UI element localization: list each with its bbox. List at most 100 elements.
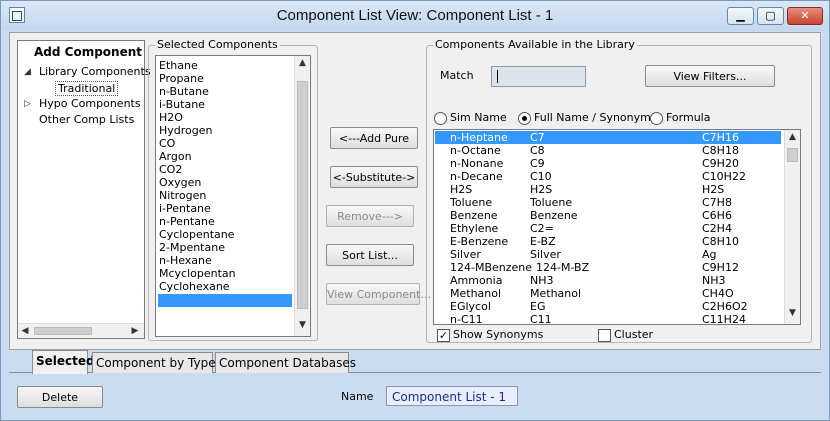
scroll-thumb[interactable] [297, 81, 308, 309]
table-row[interactable]: E-Benzene E-BZ C8H10 [435, 235, 781, 248]
scroll-thumb[interactable] [34, 327, 92, 335]
list-item[interactable]: Cyclopentane [159, 228, 235, 241]
radio-formula[interactable] [650, 112, 663, 125]
list-item[interactable]: Hydrogen [159, 124, 213, 137]
cluster-label[interactable]: Cluster [614, 328, 653, 341]
cell-formula: C7H16 [702, 131, 739, 144]
view-component-button[interactable]: View Component... [326, 283, 431, 305]
scroll-down-icon[interactable]: ▼ [785, 308, 800, 318]
table-row[interactable]: H2S H2S H2S [435, 183, 781, 196]
list-item[interactable]: i-Pentane [159, 202, 211, 215]
list-item[interactable]: 2-Mpentane [159, 241, 225, 254]
list-item[interactable]: Mcyclopentan [159, 267, 236, 280]
show-synonyms-checkbox[interactable]: ✓ [437, 329, 450, 342]
table-row[interactable]: Ethylene C2= C2H4 [435, 222, 781, 235]
client-area: Add Component ◢ Library Components Tradi… [9, 32, 821, 350]
list-item[interactable]: i-Butane [159, 98, 205, 111]
cell-sim-name: C10 [530, 170, 552, 183]
list-item[interactable]: n-Butane [159, 85, 209, 98]
cell-sim-name: EG [530, 300, 546, 313]
table-row[interactable]: EGlycol EG C2H6O2 [435, 300, 781, 313]
substitute-button[interactable]: <-Substitute-> [330, 166, 418, 188]
list-item[interactable]: CO2 [159, 163, 182, 176]
match-input[interactable] [491, 66, 586, 87]
remove-button[interactable]: Remove---> [326, 205, 414, 227]
list-item[interactable]: CO [159, 137, 175, 150]
list-item[interactable]: n-Hexane [159, 254, 212, 267]
selected-components-list[interactable]: Ethane Propane n-Butane i-Butane H2O Hyd… [155, 55, 311, 337]
sort-list-button[interactable]: Sort List... [326, 244, 414, 266]
table-row[interactable]: n-C11 C11 C11H24 [435, 313, 781, 326]
tab-selected[interactable]: Selected [32, 350, 95, 374]
radio-label-sim-name[interactable]: Sim Name [450, 111, 507, 124]
tree-horizontal-scrollbar[interactable]: ◀ ▶ [18, 323, 144, 338]
list-item[interactable]: Propane [159, 72, 204, 85]
scroll-thumb[interactable] [787, 148, 798, 162]
scroll-down-icon[interactable]: ▼ [295, 320, 310, 330]
table-row[interactable]: 124-MBenzene 124-M-BZ C9H12 [435, 261, 781, 274]
show-synonyms-label[interactable]: Show Synonyms [453, 328, 543, 341]
title-bar[interactable]: Component List View: Component List - 1 … [1, 1, 829, 31]
maximize-button[interactable]: ▢ [757, 7, 784, 25]
cell-formula: Ag [702, 248, 717, 261]
table-row[interactable]: Benzene Benzene C6H6 [435, 209, 781, 222]
tree-item-library-components[interactable]: Library Components [39, 65, 151, 78]
cell-sim-name: NH3 [530, 274, 554, 287]
table-row[interactable]: Ammonia NH3 NH3 [435, 274, 781, 287]
table-row[interactable]: Methanol Methanol CH4O [435, 287, 781, 300]
close-button[interactable]: ✕ [787, 7, 823, 25]
tree-item-hypo-components[interactable]: Hypo Components [39, 97, 141, 110]
radio-sim-name[interactable] [434, 112, 447, 125]
empty-selected-row[interactable] [158, 294, 292, 307]
cell-full-name: Ethylene [450, 222, 499, 235]
expand-icon[interactable]: ◢ [24, 67, 31, 77]
list-item[interactable]: Ethane [159, 59, 198, 72]
collapse-icon[interactable]: ▷ [24, 99, 31, 109]
list-item[interactable]: n-Pentane [159, 215, 215, 228]
list-item[interactable]: H2O [159, 111, 183, 124]
tab-component-databases[interactable]: Component Databases [215, 352, 356, 373]
scroll-right-icon[interactable]: ▶ [130, 326, 140, 336]
add-pure-button[interactable]: <---Add Pure [330, 127, 418, 149]
name-field[interactable]: Component List - 1 [386, 386, 518, 406]
tree-item-other-comp-lists[interactable]: Other Comp Lists [39, 113, 134, 126]
library-component-list[interactable]: n-Heptane C7 C7H16 n-Octane C8 C8H18 n-N… [433, 129, 801, 326]
list-item[interactable]: Nitrogen [159, 189, 206, 202]
view-filters-button[interactable]: View Filters... [645, 65, 775, 87]
cell-sim-name: C7 [530, 131, 545, 144]
list-item[interactable]: Cyclohexane [159, 280, 230, 293]
cell-full-name: Benzene [450, 209, 498, 222]
minimize-button[interactable]: ▁ [727, 7, 754, 25]
delete-button[interactable]: Delete [17, 386, 103, 408]
scroll-up-icon[interactable]: ▲ [785, 132, 800, 142]
table-row[interactable]: Toluene Toluene C7H8 [435, 196, 781, 209]
radio-label-formula[interactable]: Formula [666, 111, 710, 124]
library-list-scrollbar[interactable]: ▲ ▼ [784, 130, 800, 324]
cluster-checkbox[interactable] [598, 329, 611, 342]
table-row[interactable]: n-Octane C8 C8H18 [435, 144, 781, 157]
radio-label-full-name-synonym[interactable]: Full Name / Synonym [534, 111, 651, 124]
scroll-up-icon[interactable]: ▲ [295, 58, 310, 68]
name-label: Name [341, 390, 374, 403]
cell-sim-name: Benzene [530, 209, 578, 222]
tab-component-by-type[interactable]: Component by Type [92, 352, 216, 373]
tree-item-traditional[interactable]: Traditional [55, 81, 119, 96]
match-label: Match [440, 69, 474, 82]
selected-list-scrollbar[interactable]: ▲ ▼ [294, 56, 310, 336]
list-item[interactable]: Oxygen [159, 176, 201, 189]
cell-sim-name: Silver [530, 248, 561, 261]
radio-full-name-synonym[interactable] [518, 112, 531, 125]
cell-full-name: Silver [450, 248, 481, 261]
list-item[interactable]: Argon [159, 150, 192, 163]
table-row[interactable]: n-Heptane C7 C7H16 [435, 131, 781, 144]
table-row[interactable]: n-Decane C10 C10H22 [435, 170, 781, 183]
cell-full-name: n-Octane [450, 144, 501, 157]
cell-full-name: H2S [450, 183, 473, 196]
table-row[interactable]: n-Nonane C9 C9H20 [435, 157, 781, 170]
table-row[interactable]: Silver Silver Ag [435, 248, 781, 261]
cell-full-name: EGlycol [450, 300, 491, 313]
cell-sim-name: H2S [530, 183, 553, 196]
text-cursor [497, 70, 498, 83]
scroll-left-icon[interactable]: ◀ [20, 326, 30, 336]
cell-formula: C2H4 [702, 222, 732, 235]
